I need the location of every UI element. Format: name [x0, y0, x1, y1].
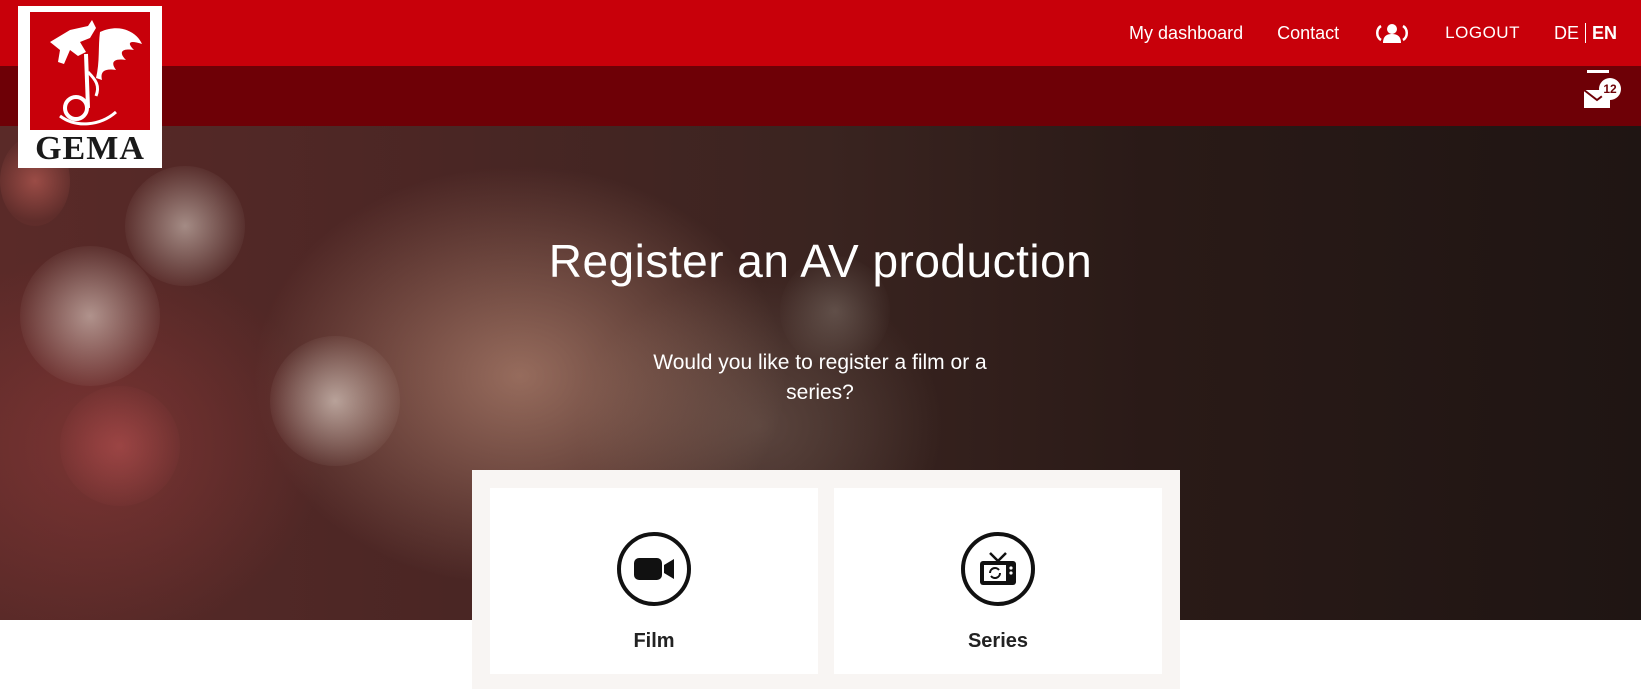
sub-nav-bar: [0, 66, 1641, 126]
user-group-icon[interactable]: [1373, 22, 1411, 44]
lang-en[interactable]: EN: [1592, 23, 1617, 44]
series-option-card[interactable]: Series: [834, 488, 1162, 674]
nav-logout[interactable]: LOGOUT: [1445, 23, 1520, 43]
lang-de[interactable]: DE: [1554, 23, 1579, 44]
nav-my-dashboard[interactable]: My dashboard: [1129, 23, 1243, 44]
film-option-card[interactable]: Film: [490, 488, 818, 674]
notification-count-badge: 12: [1599, 78, 1621, 100]
series-option-label: Series: [967, 630, 1029, 652]
logo-mark: [30, 12, 150, 130]
mail-bar: [1587, 70, 1609, 73]
tv-icon: [961, 532, 1035, 606]
bokeh-light: [60, 386, 180, 506]
logo-text: GEMA: [35, 130, 145, 167]
top-nav: My dashboard Contact LOGOUT DE EN: [1095, 0, 1617, 66]
video-camera-icon: [617, 532, 691, 606]
bokeh-light: [270, 336, 400, 466]
nav-contact[interactable]: Contact: [1277, 23, 1339, 44]
gema-logo[interactable]: GEMA: [18, 6, 162, 168]
notifications-button[interactable]: 12: [1579, 70, 1623, 114]
page-subtitle: Would you like to register a film or a s…: [653, 351, 987, 404]
production-type-panel: Film Series: [472, 470, 1180, 689]
page-title: Register an AV production: [548, 235, 1093, 287]
language-switcher: DE EN: [1554, 23, 1617, 44]
film-option-label: Film: [633, 630, 675, 652]
lang-divider: [1584, 23, 1586, 43]
